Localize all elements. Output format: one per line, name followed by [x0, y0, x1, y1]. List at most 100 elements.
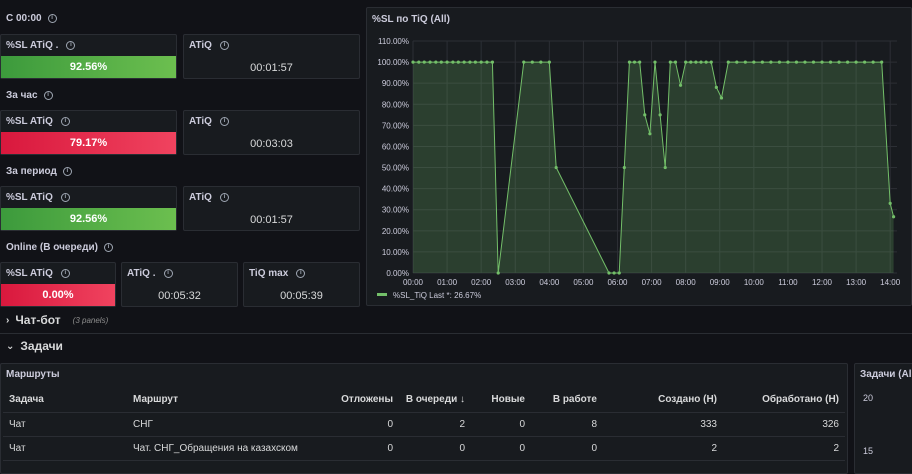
- col-route[interactable]: Маршрут: [127, 388, 327, 413]
- info-icon[interactable]: i: [47, 14, 57, 23]
- data-point: [617, 271, 621, 275]
- col-new[interactable]: Новые: [471, 388, 531, 413]
- stat-panel-sl-hour: %SL ATiQ i 79.17%: [0, 110, 177, 155]
- info-icon[interactable]: i: [62, 167, 72, 176]
- cell: 0: [399, 436, 471, 461]
- line-chart[interactable]: 0.00% 10.00% 20.00% 30.00% 40.00% 50.00% 60.00…: [367, 8, 912, 307]
- row-tasks[interactable]: ⌄ Задачи: [6, 339, 63, 353]
- data-point: [699, 60, 703, 64]
- info-icon[interactable]: i: [163, 269, 173, 278]
- section-per-period: За период i: [6, 166, 72, 177]
- data-point: [786, 60, 790, 64]
- data-point: [648, 132, 652, 136]
- y-tick-label: 30.00%: [382, 206, 409, 215]
- x-tick-label: 06:00: [607, 278, 628, 287]
- chart-panel-sl-tiq: %SL по TiQ (All) 0.00% 10.00% 20.00% 30.00%…: [366, 7, 912, 306]
- stat-value: 79.17%: [1, 132, 176, 154]
- y-tick-label: 20.00%: [382, 227, 409, 236]
- data-point: [439, 60, 443, 64]
- section-per-hour: За час i: [6, 90, 53, 101]
- legend-swatch: [377, 293, 387, 296]
- data-point: [632, 60, 637, 64]
- stat-value: 00:03:03: [250, 138, 293, 150]
- data-point: [694, 60, 698, 64]
- row-chatbot[interactable]: › Чат-бот (3 panels): [6, 313, 108, 327]
- cell: СНГ: [127, 412, 327, 437]
- x-tick-label: 14:00: [880, 278, 901, 287]
- stat-panel-atiq-hour: ATiQ i 00:03:03: [183, 110, 360, 155]
- row-panel-count: (3 panels): [72, 315, 109, 325]
- y-tick-label: 60.00%: [382, 142, 409, 151]
- col-processed[interactable]: Обработано (Н): [723, 388, 845, 413]
- data-point: [743, 60, 747, 64]
- table-row: Чат Чат. СНГ_Обращения на казахском 0 0 …: [3, 436, 845, 461]
- data-point: [627, 60, 632, 64]
- data-point: [845, 60, 850, 64]
- routes-table-panel: Маршруты Задача Маршрут Отложены В очере…: [0, 363, 848, 474]
- data-point: [709, 60, 713, 64]
- cell: 2: [723, 436, 845, 461]
- data-point: [714, 85, 718, 89]
- col-created[interactable]: Создано (Н): [603, 388, 723, 413]
- data-point: [638, 60, 642, 64]
- routes-table: Задача Маршрут Отложены В очереди ↓ Новы…: [3, 388, 845, 461]
- panel-title: ATiQ .i: [127, 268, 173, 279]
- panel-title: ATiQ i: [189, 40, 229, 51]
- info-icon[interactable]: i: [60, 193, 70, 202]
- data-point: [760, 60, 764, 64]
- stat-panel-sl-online: %SL ATiQ i 0.00%: [0, 262, 116, 307]
- x-tick-label: 02:00: [471, 278, 492, 287]
- data-point: [411, 60, 415, 64]
- col-in-work[interactable]: В работе: [531, 388, 603, 413]
- panel-title: ATiQ i: [189, 192, 229, 203]
- info-icon[interactable]: i: [219, 193, 229, 202]
- data-point: [473, 60, 477, 64]
- x-tick-label: 12:00: [812, 278, 833, 287]
- y-tick-label: 80.00%: [382, 100, 409, 109]
- data-point: [719, 96, 724, 100]
- stat-value: 0.00%: [1, 284, 115, 306]
- info-icon[interactable]: i: [60, 269, 70, 278]
- tasks-chart-panel: Задачи (All 20 15: [854, 363, 912, 474]
- data-point: [689, 60, 693, 64]
- info-icon[interactable]: i: [103, 243, 113, 252]
- cell: 0: [327, 412, 399, 437]
- stat-panel-sl-period: %SL ATiQ i 92.56%: [0, 186, 177, 231]
- info-icon[interactable]: i: [219, 117, 229, 126]
- x-tick-label: 10:00: [744, 278, 765, 287]
- legend-label: %SL_TiQ Last *: 26.67%: [393, 291, 481, 300]
- chevron-down-icon: ⌄: [6, 340, 15, 352]
- info-icon[interactable]: i: [219, 41, 229, 50]
- col-task[interactable]: Задача: [3, 388, 127, 413]
- data-point: [522, 60, 526, 64]
- cell: Чат: [3, 412, 127, 437]
- x-tick-label: 01:00: [437, 278, 458, 287]
- data-point: [428, 60, 432, 64]
- x-tick-label: 11:00: [778, 278, 798, 287]
- data-point: [837, 60, 841, 64]
- col-postponed[interactable]: Отложены: [327, 388, 399, 413]
- y-tick-label: 110.00%: [378, 37, 409, 46]
- y-tick-label: 15: [863, 446, 874, 456]
- x-tick-label: 00:00: [403, 278, 424, 287]
- info-icon[interactable]: i: [296, 269, 306, 278]
- y-tick-label: 40.00%: [382, 185, 409, 194]
- stat-value: 92.56%: [1, 56, 176, 78]
- stat-panel-sl-today: %SL ATiQ .i 92.56%: [0, 34, 177, 79]
- data-point: [663, 165, 667, 170]
- data-point: [752, 60, 756, 64]
- data-point: [622, 165, 626, 170]
- info-icon[interactable]: i: [66, 41, 76, 50]
- section-title: Online (В очереди): [6, 242, 98, 253]
- x-tick-label: 13:00: [846, 278, 867, 287]
- panel-title: Маршруты: [6, 369, 60, 380]
- info-icon[interactable]: i: [60, 117, 70, 126]
- cell: 0: [471, 412, 531, 437]
- row-title: Чат-бот: [15, 313, 61, 327]
- data-point: [653, 60, 657, 64]
- stat-panel-atiq-today: ATiQ i 00:01:57: [183, 34, 360, 79]
- data-point: [422, 60, 426, 64]
- info-icon[interactable]: i: [43, 91, 53, 100]
- col-in-queue[interactable]: В очереди ↓: [399, 388, 471, 413]
- data-point: [891, 215, 896, 219]
